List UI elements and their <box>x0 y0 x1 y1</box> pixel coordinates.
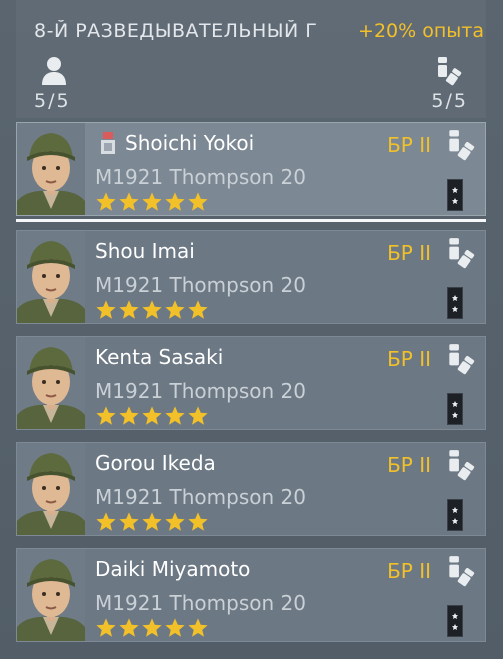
star-icon <box>119 406 139 425</box>
br-label: БР II <box>387 133 431 157</box>
br-label: БР II <box>387 453 431 477</box>
squad-panel: 8-Й РАЗВЕДЫВАТЕЛЬНЫЙ Г +20% опыта 5/5 5/… <box>0 0 503 659</box>
ammo-icon <box>449 238 475 269</box>
squad-header: 8-Й РАЗВЕДЫВАТЕЛЬНЫЙ Г +20% опыта 5/5 5/… <box>16 0 486 118</box>
squad-name: 8-Й РАЗВЕДЫВАТЕЛЬНЫЙ Г <box>34 20 318 42</box>
soldier-weapon: M1921 Thompson 20 <box>95 379 306 403</box>
ammo-icon <box>438 57 462 86</box>
star-icon <box>188 300 208 319</box>
medal-icon <box>101 132 115 154</box>
soldier-name: Gorou Ikeda <box>95 451 216 475</box>
rank-dot-icon <box>452 518 458 524</box>
soldier-weapon: M1921 Thompson 20 <box>95 591 306 615</box>
soldier-row[interactable]: Shoichi Yokoi M1921 Thompson 20 БР II <box>16 122 486 216</box>
class-rank-icon <box>447 179 463 211</box>
rating-stars <box>95 617 209 639</box>
star-icon <box>142 618 162 637</box>
soldiers-count: 5/5 <box>34 90 71 112</box>
soldier-portrait <box>17 123 85 215</box>
soldier-name: Shoichi Yokoi <box>125 131 255 155</box>
rank-dot-icon <box>452 401 458 407</box>
star-icon <box>165 192 185 211</box>
soldier-weapon: M1921 Thompson 20 <box>95 165 306 189</box>
soldier-portrait <box>17 231 85 323</box>
star-icon <box>188 512 208 531</box>
soldier-portrait <box>17 549 85 641</box>
soldier-row[interactable]: Shou Imai M1921 Thompson 20 БР II <box>16 230 486 324</box>
soldier-name: Daiki Miyamoto <box>95 557 251 581</box>
rating-stars <box>95 405 209 427</box>
star-icon <box>188 406 208 425</box>
star-icon <box>119 512 139 531</box>
soldier-portrait <box>17 443 85 535</box>
star-icon <box>142 192 162 211</box>
soldier-list: Shoichi Yokoi M1921 Thompson 20 БР II Sh… <box>16 122 486 654</box>
star-icon <box>165 512 185 531</box>
br-label: БР II <box>387 241 431 265</box>
soldier-weapon: M1921 Thompson 20 <box>95 485 306 509</box>
soldier-weapon: M1921 Thompson 20 <box>95 273 306 297</box>
person-icon <box>42 57 66 85</box>
ammo-count: 5/5 <box>431 90 468 112</box>
soldier-row[interactable]: Gorou Ikeda M1921 Thompson 20 БР II <box>16 442 486 536</box>
star-icon <box>142 300 162 319</box>
soldier-row[interactable]: Daiki Miyamoto M1921 Thompson 20 БР II <box>16 548 486 642</box>
soldier-name: Kenta Sasaki <box>95 345 224 369</box>
br-label: БР II <box>387 347 431 371</box>
ammo-icon <box>449 556 475 587</box>
soldier-row[interactable]: Kenta Sasaki M1921 Thompson 20 БР II <box>16 336 486 430</box>
star-icon <box>142 406 162 425</box>
rank-dot-icon <box>452 198 458 204</box>
star-icon <box>119 192 139 211</box>
rank-dot-icon <box>452 306 458 312</box>
star-icon <box>165 300 185 319</box>
exp-bonus: +20% опыта <box>358 20 484 42</box>
class-rank-icon <box>447 287 463 319</box>
rank-dot-icon <box>452 624 458 630</box>
star-icon <box>119 300 139 319</box>
star-icon <box>96 406 116 425</box>
class-rank-icon <box>447 605 463 637</box>
star-icon <box>96 512 116 531</box>
rank-dot-icon <box>452 295 458 301</box>
ammo-icon <box>449 130 475 161</box>
selected-indicator <box>16 219 486 222</box>
star-icon <box>165 406 185 425</box>
soldier-name: Shou Imai <box>95 239 195 263</box>
star-icon <box>188 192 208 211</box>
ammo-icon <box>449 344 475 375</box>
rating-stars <box>95 191 209 213</box>
star-icon <box>96 618 116 637</box>
rank-dot-icon <box>452 187 458 193</box>
class-rank-icon <box>447 499 463 531</box>
br-label: БР II <box>387 559 431 583</box>
class-rank-icon <box>447 393 463 425</box>
soldier-portrait <box>17 337 85 429</box>
rating-stars <box>95 299 209 321</box>
star-icon <box>96 192 116 211</box>
rank-dot-icon <box>452 507 458 513</box>
star-icon <box>119 618 139 637</box>
ammo-icon <box>449 450 475 481</box>
star-icon <box>165 618 185 637</box>
star-icon <box>142 512 162 531</box>
star-icon <box>188 618 208 637</box>
rank-dot-icon <box>452 613 458 619</box>
rank-dot-icon <box>452 412 458 418</box>
star-icon <box>96 300 116 319</box>
rating-stars <box>95 511 209 533</box>
